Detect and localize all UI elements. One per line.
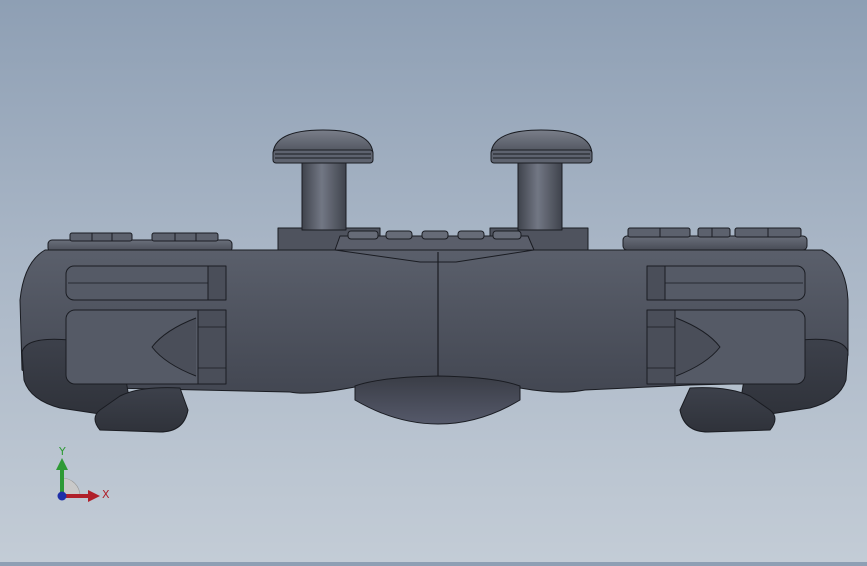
left-shoulder-buttons[interactable] — [47, 232, 233, 253]
right-shoulder-buttons[interactable] — [622, 227, 808, 251]
bottom-hub — [354, 375, 521, 425]
cad-3d-viewport[interactable]: Y X — [0, 0, 867, 562]
coordinate-triad: Y X — [40, 438, 120, 513]
right-trigger-upper[interactable] — [646, 265, 806, 301]
y-axis-label: Y — [58, 445, 66, 458]
x-axis-label: X — [102, 488, 110, 501]
z-axis-dot — [57, 491, 67, 501]
left-trigger-upper[interactable] — [65, 265, 227, 301]
gamepad-model[interactable] — [0, 0, 867, 562]
left-trigger-lower[interactable] — [65, 309, 227, 385]
center-buttons[interactable] — [334, 230, 535, 251]
right-trigger-lower[interactable] — [646, 309, 806, 385]
